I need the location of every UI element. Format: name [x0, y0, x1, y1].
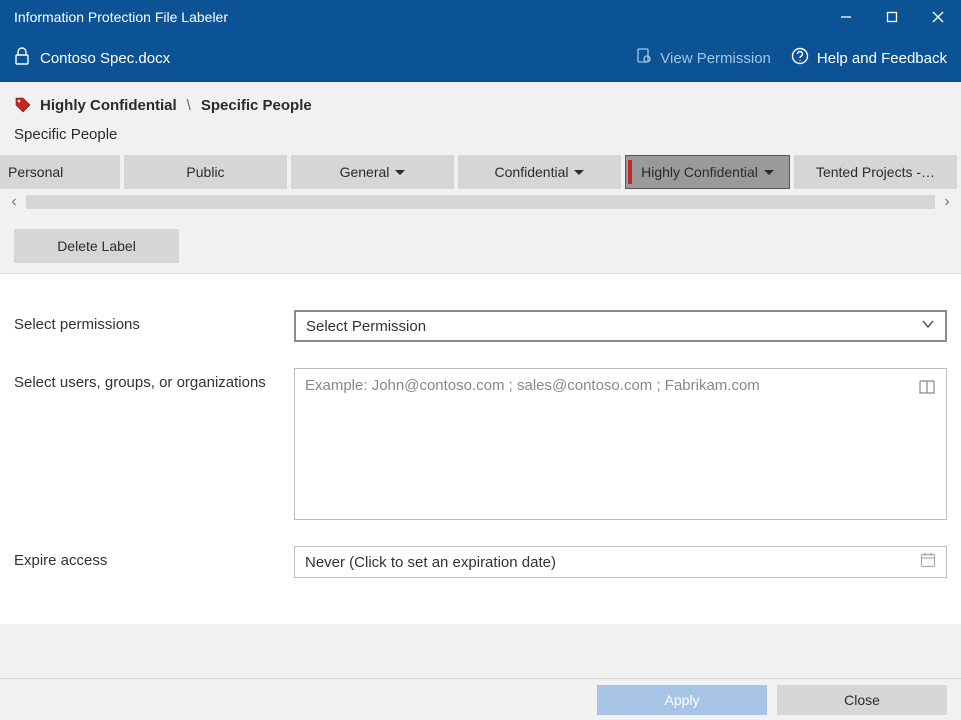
label-personal[interactable]: Personal: [0, 155, 120, 189]
breadcrumb-sep: \: [187, 97, 191, 114]
view-permission-icon: [636, 47, 652, 69]
file-name: Contoso Spec.docx: [40, 50, 170, 67]
scroll-left-icon[interactable]: ‹: [6, 193, 22, 211]
expire-date-value: Never (Click to set an expiration date): [305, 554, 556, 571]
label-public[interactable]: Public: [124, 155, 287, 189]
form-section: Select permissions Select Permission Sel…: [0, 274, 961, 624]
expire-label: Expire access: [14, 546, 294, 578]
toolbar: Contoso Spec.docx View Permission Help a…: [0, 34, 961, 82]
delete-label-button[interactable]: Delete Label: [14, 229, 179, 263]
tag-icon: [14, 96, 32, 114]
maximize-button[interactable]: [869, 0, 915, 34]
label-general[interactable]: General: [291, 155, 454, 189]
chevron-down-icon: [395, 170, 405, 175]
permissions-label: Select permissions: [14, 310, 294, 342]
users-textarea[interactable]: [305, 377, 906, 511]
chevron-down-icon: [921, 317, 935, 335]
label-confidential[interactable]: Confidential: [458, 155, 621, 189]
breadcrumb-level2: Specific People: [201, 97, 312, 114]
minimize-button[interactable]: [823, 0, 869, 34]
help-feedback-label: Help and Feedback: [817, 50, 947, 67]
address-book-icon[interactable]: [918, 379, 936, 399]
help-icon: [791, 47, 809, 69]
calendar-icon: [920, 552, 936, 572]
breadcrumb: Highly Confidential \ Specific People: [0, 82, 961, 120]
apply-button[interactable]: Apply: [597, 685, 767, 715]
labels-row: Personal Public General Confidential Hig…: [0, 155, 961, 189]
permissions-select[interactable]: Select Permission: [294, 310, 947, 342]
title-bar: Information Protection File Labeler: [0, 0, 961, 34]
label-section: Highly Confidential \ Specific People Sp…: [0, 82, 961, 274]
permissions-select-value: Select Permission: [306, 318, 426, 335]
scroll-track[interactable]: [26, 195, 935, 209]
label-tented-projects[interactable]: Tented Projects -…: [794, 155, 957, 189]
close-dialog-button[interactable]: Close: [777, 685, 947, 715]
help-feedback-button[interactable]: Help and Feedback: [791, 47, 947, 69]
lock-icon: [14, 47, 30, 69]
expire-date-input[interactable]: Never (Click to set an expiration date): [294, 546, 947, 578]
view-permission-button[interactable]: View Permission: [636, 47, 771, 69]
footer: Apply Close: [0, 678, 961, 720]
users-label: Select users, groups, or organizations: [14, 368, 294, 520]
users-textarea-wrapper: [294, 368, 947, 520]
label-highly-confidential[interactable]: Highly Confidential: [625, 155, 790, 189]
labels-scrollbar[interactable]: ‹ ›: [0, 189, 961, 215]
subheading: Specific People: [0, 120, 961, 155]
view-permission-label: View Permission: [660, 50, 771, 67]
window-title: Information Protection File Labeler: [14, 9, 823, 25]
chevron-down-icon: [574, 170, 584, 175]
scroll-right-icon[interactable]: ›: [939, 193, 955, 211]
breadcrumb-level1: Highly Confidential: [40, 97, 177, 114]
chevron-down-icon: [764, 170, 774, 175]
close-button[interactable]: [915, 0, 961, 34]
